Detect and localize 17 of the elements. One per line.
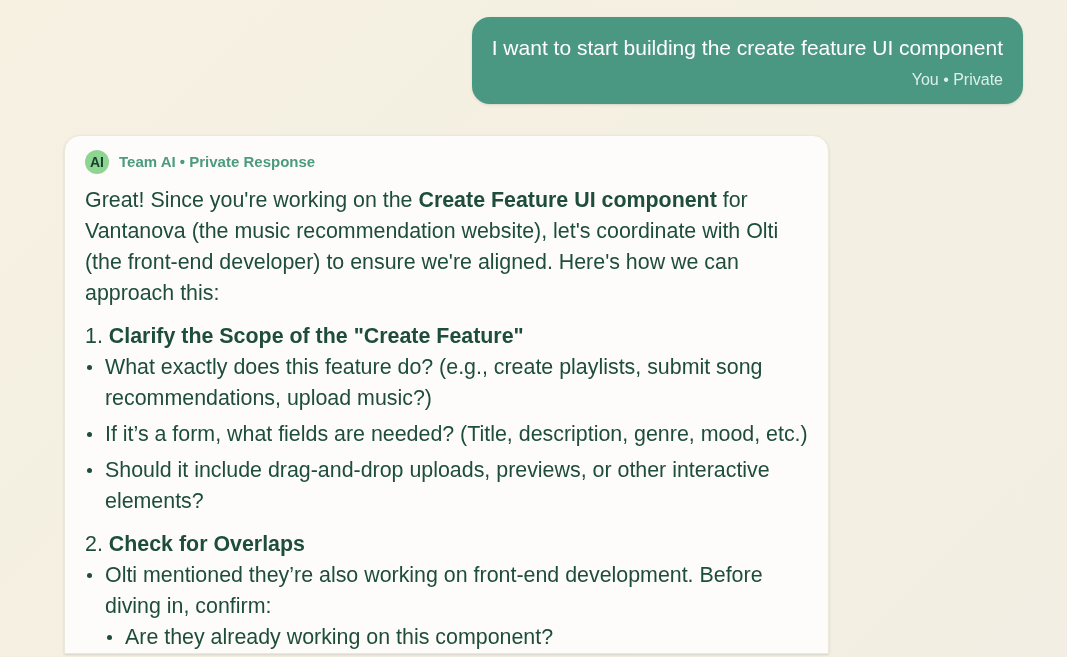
section-heading: 1. Clarify the Scope of the "Create Feature" <box>85 323 525 350</box>
message-meta: You • Private <box>911 70 1003 90</box>
list-item-text: If it’s a form, what fields are needed? (Title, description, genre, mood, etc.) <box>105 421 808 448</box>
list-item-text: What exactly does this feature do? (e.g., create playlists, submit song recommendations, upload music?) <box>105 354 764 412</box>
list-item-text: Should it include drag-and-drop uploads, previews, or other interactive elements? <box>105 457 771 515</box>
bullet-icon <box>87 468 92 473</box>
section-heading: 2. Check for Overlaps <box>85 531 306 558</box>
bullet-icon <box>87 432 92 437</box>
ai-avatar: AI <box>85 150 109 174</box>
bullet-icon <box>87 573 92 578</box>
list-item-text: Olti mentioned they’re also working on front-end development. Before diving in, confirm: <box>105 562 764 620</box>
sender-label: Team AI • Private Response <box>119 152 316 172</box>
message-text: I want to start building the create feature UI component <box>491 35 1003 61</box>
list-item-text: Are they already working on this component? <box>125 624 554 651</box>
bullet-icon <box>107 635 112 640</box>
bullet-icon <box>87 365 92 370</box>
response-paragraph: Great! Since you're working on the Create Feature UI component for Vantanova (the music recommendation website), let's coordinate with Olti (the front-end developer) to ensure we're aligned. Here's how we can approach this: <box>85 187 780 307</box>
